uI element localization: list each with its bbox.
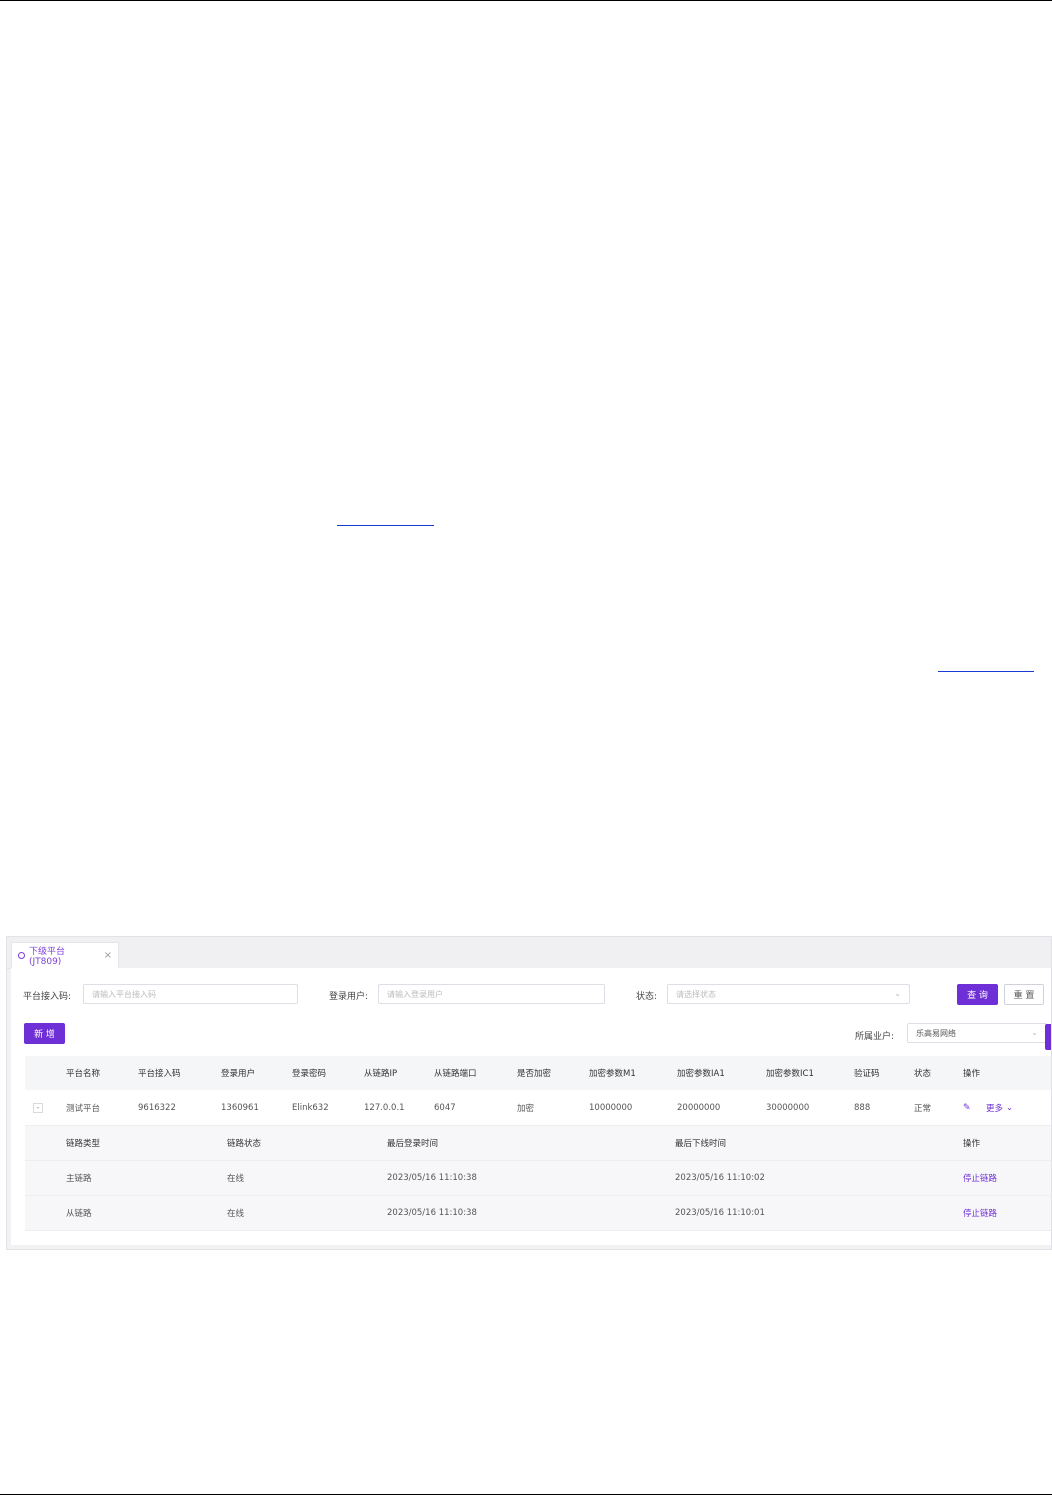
column-header: 链路类型 <box>66 1139 101 1149</box>
login-user-label: 登录用户: <box>329 992 369 1002</box>
column-header: 是否加密 <box>517 1069 552 1079</box>
link-type: 从链路 <box>66 1209 92 1219</box>
column-header: 加密参数IC1 <box>766 1069 814 1079</box>
collapse-toggle[interactable]: - <box>33 1103 43 1113</box>
platform-name: 测试平台 <box>66 1103 101 1114</box>
encrypted: 加密 <box>517 1103 535 1114</box>
column-header: 平台名称 <box>66 1069 101 1079</box>
encrypt-ia1: 20000000 <box>677 1102 721 1113</box>
document-link-underline[interactable] <box>938 671 1034 672</box>
slave-link-ip: 127.0.0.1 <box>364 1102 405 1113</box>
link-status: 在线 <box>227 1174 245 1184</box>
column-header: 登录用户 <box>221 1069 256 1079</box>
encrypt-ic1: 30000000 <box>766 1102 810 1113</box>
tab-bar: 下级平台(JT809) × <box>7 937 1051 969</box>
app-screenshot: 下级平台(JT809) × 平台接入码: 请输入平台接入码 登录用户: 请输入登… <box>6 936 1052 1250</box>
column-header: 链路状态 <box>227 1139 262 1149</box>
edit-button[interactable]: ✎ <box>963 1090 971 1125</box>
column-header: 从链路端口 <box>434 1069 477 1079</box>
last-login-time: 2023/05/16 11:10:38 <box>387 1173 477 1183</box>
status-label: 状态: <box>636 992 658 1002</box>
status-value: 正常 <box>914 1103 932 1114</box>
table-header: 平台名称 平台接入码 登录用户 登录密码 从链路IP 从链路端口 是否加密 加密… <box>25 1056 1051 1090</box>
tab-lower-platform[interactable]: 下级平台(JT809) × <box>11 942 119 968</box>
column-header: 操作 <box>963 1069 981 1079</box>
tenant-value: 乐高易网络 <box>916 1028 956 1038</box>
column-header: 操作 <box>963 1139 981 1149</box>
column-header: 登录密码 <box>292 1069 327 1079</box>
column-header: 状态 <box>914 1069 932 1079</box>
link-subtable-header: 链路类型 链路状态 最后登录时间 最后下线时间 操作 <box>25 1126 1051 1161</box>
column-header: 从链路IP <box>364 1069 398 1079</box>
link-row: 主链路 在线 2023/05/16 11:10:38 2023/05/16 11… <box>25 1161 1051 1196</box>
link-status: 在线 <box>227 1209 245 1219</box>
stop-link-button[interactable]: 停止链路 <box>963 1161 997 1195</box>
column-header: 平台接入码 <box>138 1069 181 1079</box>
spinner-icon <box>18 952 25 959</box>
side-handle[interactable] <box>1045 1024 1051 1050</box>
status-select[interactable]: 请选择状态 ⌄ <box>667 984 910 1004</box>
page-bottom-rule <box>0 1494 1052 1495</box>
close-icon[interactable]: × <box>104 950 112 961</box>
pencil-icon: ✎ <box>963 1102 971 1113</box>
page-top-rule <box>0 0 1052 1</box>
login-user-placeholder: 请输入登录用户 <box>387 989 443 999</box>
column-header: 最后下线时间 <box>675 1139 727 1149</box>
column-header: 加密参数M1 <box>589 1069 636 1079</box>
access-code: 9616322 <box>138 1102 176 1113</box>
link-row: 从链路 在线 2023/05/16 11:10:38 2023/05/16 11… <box>25 1196 1051 1231</box>
content-panel: 平台接入码: 请输入平台接入码 登录用户: 请输入登录用户 状态: 请选择状态 … <box>11 968 1051 1245</box>
table-row: - 测试平台 9616322 1360961 Elink632 127.0.0.… <box>25 1090 1051 1126</box>
chevron-down-icon: ⌄ <box>894 989 901 998</box>
login-user-input[interactable]: 请输入登录用户 <box>378 984 605 1004</box>
slave-link-port: 6047 <box>434 1102 456 1113</box>
last-login-time: 2023/05/16 11:10:38 <box>387 1208 477 1218</box>
encrypt-m1: 10000000 <box>589 1102 633 1113</box>
chevron-down-icon: ⌄ <box>1006 1102 1014 1113</box>
column-header: 最后登录时间 <box>387 1139 439 1149</box>
more-dropdown[interactable]: 更多 ⌄ <box>986 1090 1013 1125</box>
query-button[interactable]: 查 询 <box>957 984 998 1005</box>
last-offline-time: 2023/05/16 11:10:02 <box>675 1173 765 1183</box>
login-password: Elink632 <box>292 1102 329 1113</box>
document-link-underline[interactable] <box>337 525 434 526</box>
verify-code: 888 <box>854 1102 871 1113</box>
last-offline-time: 2023/05/16 11:10:01 <box>675 1208 765 1218</box>
access-code-placeholder: 请输入平台接入码 <box>92 989 156 999</box>
column-header: 验证码 <box>854 1069 880 1079</box>
access-code-input[interactable]: 请输入平台接入码 <box>83 984 298 1004</box>
more-label: 更多 <box>986 1103 1004 1114</box>
add-button[interactable]: 新 增 <box>24 1023 65 1044</box>
tenant-select[interactable]: 乐高易网络 ⌄ <box>907 1023 1047 1043</box>
link-type: 主链路 <box>66 1174 92 1184</box>
reset-button[interactable]: 重 置 <box>1004 984 1044 1005</box>
login-user: 1360961 <box>221 1102 259 1113</box>
tab-label: 下级平台(JT809) <box>28 947 65 967</box>
tenant-label: 所属业户: <box>855 1032 895 1042</box>
chevron-down-icon: ⌄ <box>1031 1028 1038 1037</box>
column-header: 加密参数IA1 <box>677 1069 725 1079</box>
access-code-label: 平台接入码: <box>23 992 72 1002</box>
status-placeholder: 请选择状态 <box>676 989 716 999</box>
platform-table: 平台名称 平台接入码 登录用户 登录密码 从链路IP 从链路端口 是否加密 加密… <box>25 1056 1051 1231</box>
stop-link-button[interactable]: 停止链路 <box>963 1196 997 1230</box>
